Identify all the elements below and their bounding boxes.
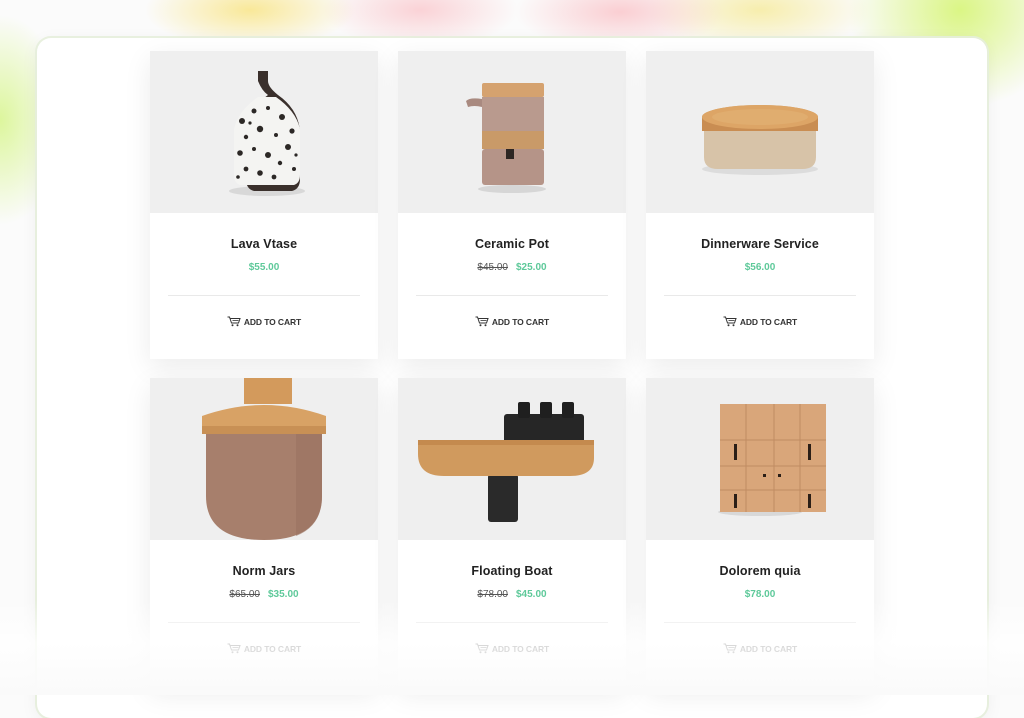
cart-icon [227,643,241,654]
cart-icon [227,316,241,327]
add-to-cart-button[interactable]: ADD TO CART [150,643,378,655]
cart-icon [475,643,489,654]
product-price: $45.00 $25.00 [398,262,626,273]
product-name[interactable]: Norm Jars [150,564,378,578]
add-to-cart-button[interactable]: ADD TO CART [646,643,874,655]
product-card: Floating Boat $78.00 $45.00 ADD TO CART [398,378,626,686]
product-price: $78.00 [646,589,874,600]
add-to-cart-button[interactable]: ADD TO CART [398,643,626,655]
product-price: $78.00 $45.00 [398,589,626,600]
lava-vase-image [229,71,305,196]
old-price: $78.00 [477,589,508,600]
product-card: Lava Vtase $55.00 ADD TO CART [150,51,378,359]
divider [416,295,608,296]
product-name[interactable]: Dinnerware Service [646,237,874,251]
cart-icon [723,643,737,654]
dinnerware-image [702,105,818,175]
add-to-cart-label: ADD TO CART [739,644,798,654]
product-image[interactable] [398,51,626,213]
add-to-cart-label: ADD TO CART [491,644,550,654]
current-price: $45.00 [516,589,547,600]
product-image[interactable] [646,378,874,540]
add-to-cart-button[interactable]: ADD TO CART [150,316,378,328]
norm-jar-image [202,378,326,540]
divider [168,295,360,296]
product-name[interactable]: Floating Boat [398,564,626,578]
current-price: $55.00 [248,262,280,273]
old-price: $45.00 [477,262,508,273]
divider [664,295,856,296]
product-image[interactable] [398,378,626,540]
product-price: $56.00 [646,262,874,273]
product-price: $65.00 $35.00 [150,589,378,600]
product-card: Norm Jars $65.00 $35.00 ADD TO CART [150,378,378,686]
product-name[interactable]: Dolorem quia [646,564,874,578]
add-to-cart-label: ADD TO CART [243,644,302,654]
product-image[interactable] [150,51,378,213]
product-image[interactable] [150,378,378,540]
add-to-cart-label: ADD TO CART [739,317,798,327]
product-card: Dolorem quia $78.00 ADD TO CART [646,378,874,686]
divider [416,622,608,623]
ceramic-pot-image [466,83,546,193]
product-image[interactable] [646,51,874,213]
wooden-cube-robot-image [718,404,826,516]
add-to-cart-label: ADD TO CART [243,317,302,327]
product-name[interactable]: Lava Vtase [150,237,378,251]
old-price: $65.00 [229,589,260,600]
cart-icon [475,316,489,327]
floating-boat-image [418,402,594,522]
product-price: $55.00 [150,262,378,273]
product-card: Dinnerware Service $56.00 ADD TO CART [646,51,874,359]
cart-icon [723,316,737,327]
current-price: $56.00 [744,262,776,273]
add-to-cart-button[interactable]: ADD TO CART [398,316,626,328]
current-price: $35.00 [268,589,299,600]
current-price: $78.00 [744,589,776,600]
product-card: Ceramic Pot $45.00 $25.00 ADD TO CART [398,51,626,359]
add-to-cart-label: ADD TO CART [491,317,550,327]
divider [168,622,360,623]
add-to-cart-button[interactable]: ADD TO CART [646,316,874,328]
divider [664,622,856,623]
current-price: $25.00 [516,262,547,273]
product-name[interactable]: Ceramic Pot [398,237,626,251]
